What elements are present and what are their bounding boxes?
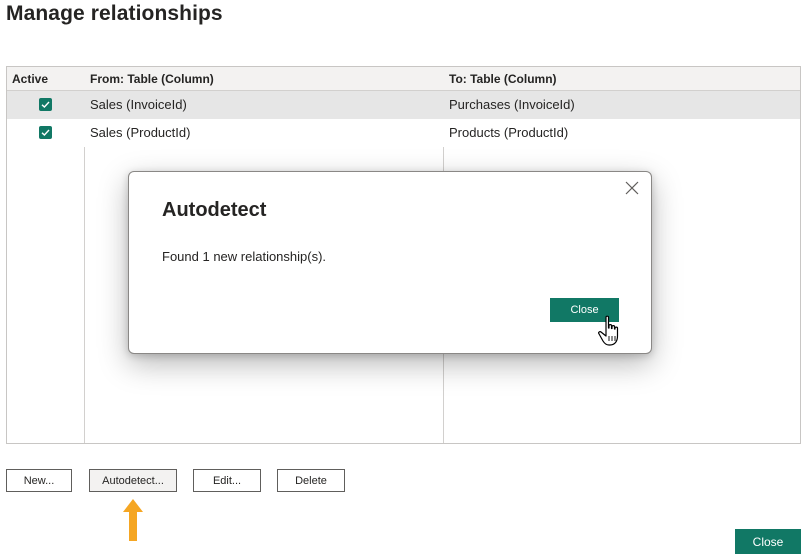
close-icon[interactable] [625, 181, 639, 195]
up-arrow-icon [123, 499, 143, 541]
check-icon [41, 101, 50, 108]
to-cell: Products (ProductId) [449, 125, 569, 140]
page-title: Manage relationships [6, 2, 223, 25]
autodetect-dialog: Autodetect Found 1 new relationship(s). … [128, 171, 652, 354]
dialog-message: Found 1 new relationship(s). [162, 249, 327, 264]
dialog-title: Autodetect [162, 199, 267, 221]
new-button[interactable]: New... [6, 469, 72, 492]
table-header: Active From: Table (Column) To: Table (C… [7, 67, 800, 91]
close-button[interactable]: Close [735, 529, 801, 554]
table-row[interactable]: Sales (InvoiceId) Purchases (InvoiceId) [7, 91, 800, 119]
check-icon [41, 129, 50, 136]
active-checkbox[interactable] [39, 126, 52, 139]
edit-button[interactable]: Edit... [193, 469, 261, 492]
autodetect-button[interactable]: Autodetect... [89, 469, 177, 492]
hand-cursor-icon [598, 315, 619, 346]
header-from: From: Table (Column) [90, 72, 214, 86]
table-row[interactable]: Sales (ProductId) Products (ProductId) [7, 119, 800, 147]
from-cell: Sales (InvoiceId) [90, 97, 187, 112]
to-cell: Purchases (InvoiceId) [449, 97, 575, 112]
header-active: Active [12, 72, 49, 86]
active-checkbox[interactable] [39, 98, 52, 111]
manage-relationships-page: Manage relationships Active From: Table … [0, 0, 809, 560]
delete-button[interactable]: Delete [277, 469, 345, 492]
from-cell: Sales (ProductId) [90, 125, 191, 140]
header-to: To: Table (Column) [449, 72, 557, 86]
